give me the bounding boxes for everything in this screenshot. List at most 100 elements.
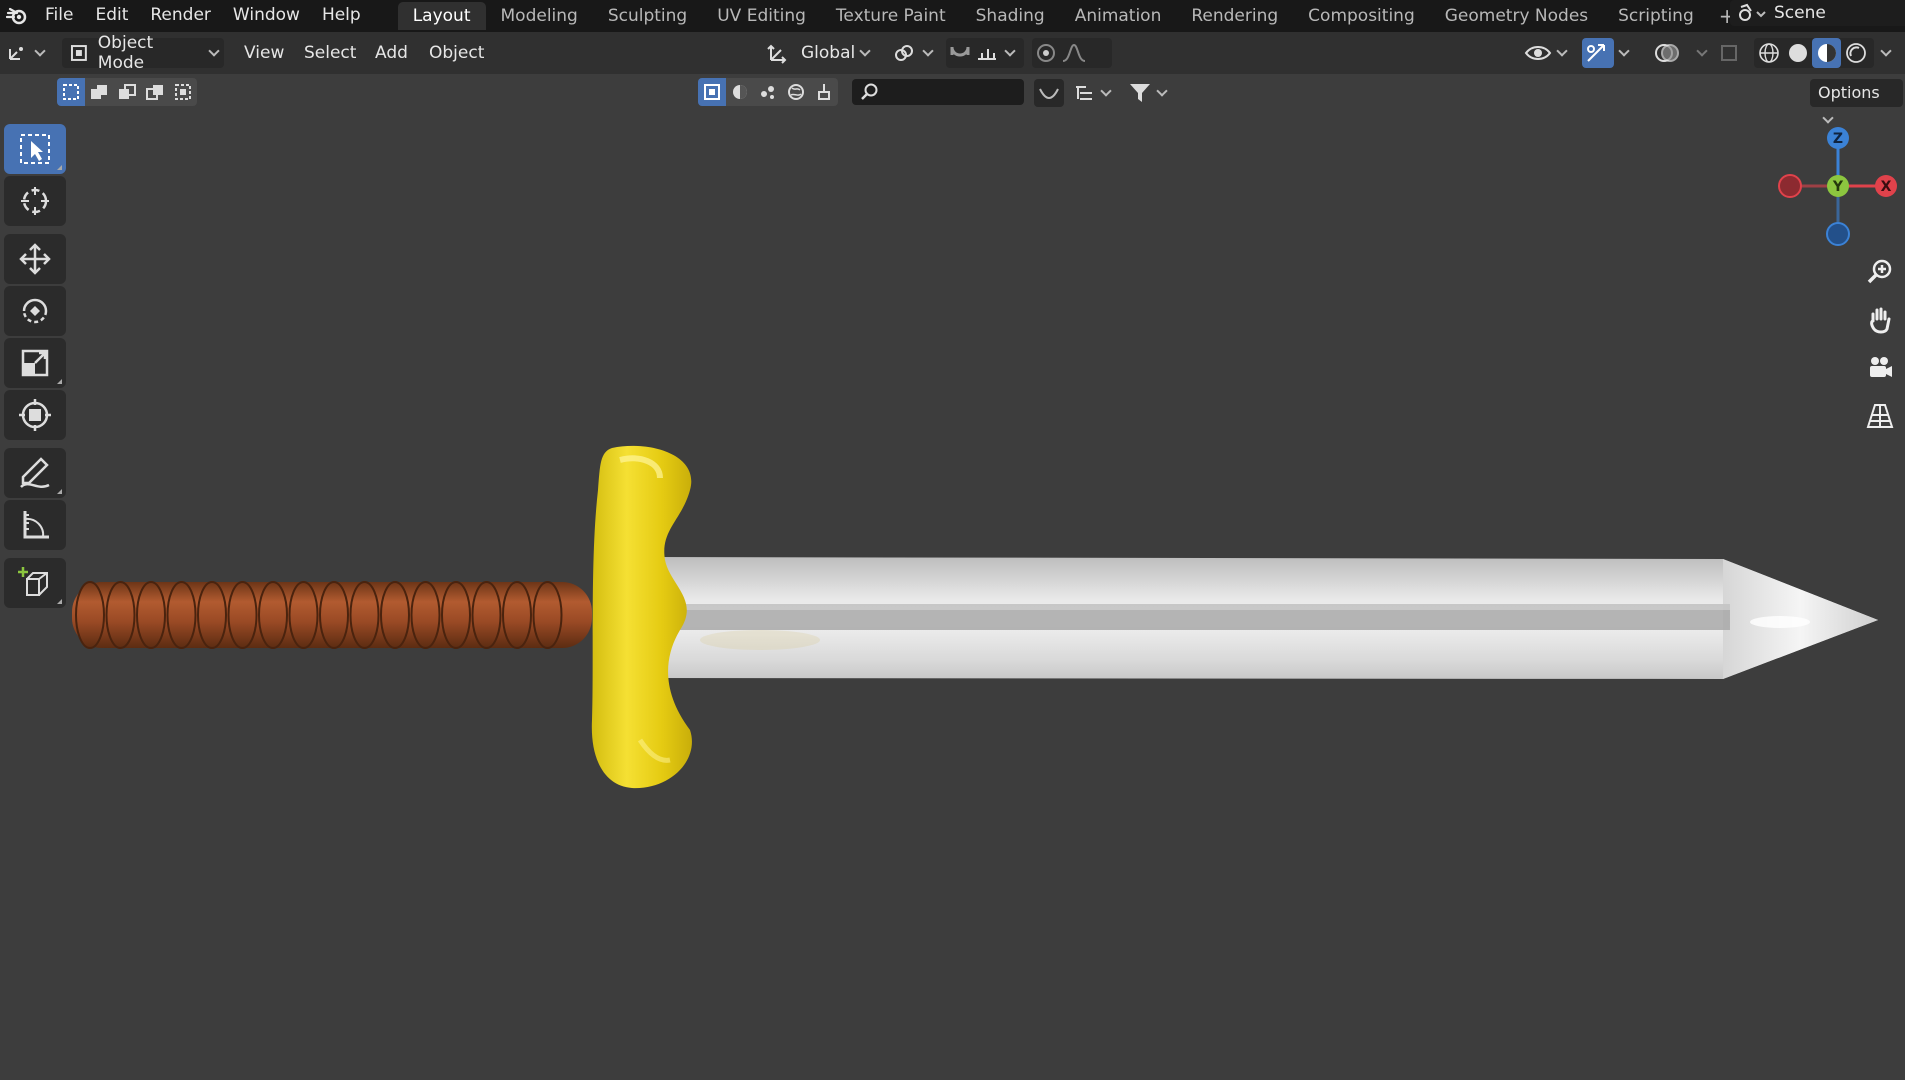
menu-help[interactable]: Help <box>311 0 372 32</box>
blender-logo-icon[interactable] <box>0 0 34 32</box>
grip-ring <box>197 581 227 649</box>
material-filter-button[interactable] <box>726 78 754 106</box>
tab-sculpting[interactable]: Sculpting <box>593 2 702 30</box>
camera-view-button[interactable] <box>1858 346 1902 390</box>
cursor-tool[interactable] <box>4 176 66 226</box>
annotate-tool[interactable] <box>4 448 66 498</box>
menu-edit[interactable]: Edit <box>84 0 139 32</box>
menu-render[interactable]: Render <box>139 0 222 32</box>
ruler-icon <box>23 511 49 539</box>
menu-select[interactable]: Select <box>304 38 356 68</box>
outliner-filter-group <box>698 78 838 106</box>
rotate-tool[interactable] <box>4 286 66 336</box>
zoom-button[interactable] <box>1858 250 1902 294</box>
funnel-icon <box>1130 84 1150 102</box>
grip-ring <box>136 581 166 649</box>
wireframe-shading-button[interactable] <box>1754 38 1783 68</box>
select-subtract-button[interactable] <box>113 78 141 106</box>
pan-button[interactable] <box>1858 298 1902 342</box>
orientation-selector[interactable]: Global <box>765 38 883 68</box>
object-filter-button[interactable] <box>698 78 726 106</box>
editor-type-button[interactable] <box>6 38 52 68</box>
select-extend-button[interactable] <box>85 78 113 106</box>
menu-view[interactable]: View <box>244 38 284 68</box>
particles-filter-button[interactable] <box>754 78 782 106</box>
overlays-dropdown[interactable] <box>1692 38 1712 68</box>
menu-file[interactable]: File <box>34 0 84 32</box>
3d-viewport[interactable] <box>0 114 1905 1080</box>
tab-modeling[interactable]: Modeling <box>486 2 593 30</box>
perspective-toggle-button[interactable] <box>1858 394 1902 438</box>
chevron-down-icon <box>208 45 220 57</box>
grip-ring <box>105 581 136 649</box>
add-cube-icon <box>18 567 48 596</box>
material-preview-button[interactable] <box>1812 38 1841 68</box>
neg-z-axis-handle[interactable] <box>1826 222 1850 246</box>
grip-ring <box>288 581 319 649</box>
editor-type-icon <box>9 47 23 60</box>
top-menubar: File Edit Render Window Help Layout Mode… <box>0 0 1905 32</box>
tab-layout[interactable]: Layout <box>397 2 486 30</box>
tab-uv-editing[interactable]: UV Editing <box>702 2 821 30</box>
select-extend-icon <box>91 85 107 99</box>
solid-shading-button[interactable] <box>1783 38 1812 68</box>
xray-toggle-button[interactable] <box>1718 38 1746 68</box>
shading-dropdown[interactable] <box>1876 38 1902 68</box>
viewport-header: Object Mode View Select Add Object Globa… <box>0 32 1905 74</box>
navigation-gizmo[interactable]: Z X Y <box>1770 124 1902 254</box>
submenu-indicator <box>57 599 62 604</box>
gizmo-dropdown[interactable] <box>1614 38 1644 68</box>
visibility-button[interactable] <box>1524 38 1574 68</box>
grip-ring <box>410 581 441 649</box>
pivot-icon <box>895 45 913 61</box>
transform-tool[interactable] <box>4 390 66 440</box>
transform-icon <box>19 399 51 431</box>
mode-label: Object Mode <box>97 33 154 73</box>
grip-ring <box>75 581 105 649</box>
select-invert-button[interactable] <box>141 78 169 106</box>
scene-name: Scene <box>1774 3 1826 23</box>
texture-filter-button[interactable] <box>810 78 838 106</box>
tab-compositing[interactable]: Compositing <box>1293 2 1430 30</box>
neg-x-axis-handle[interactable] <box>1778 174 1802 198</box>
pencil-icon <box>20 457 50 488</box>
scene-selector[interactable]: Scene <box>1730 0 1905 26</box>
gizmo-toggle-button[interactable] <box>1582 38 1614 68</box>
cursor-icon <box>21 187 49 215</box>
options-button[interactable]: Options <box>1810 79 1903 124</box>
select-box-tool[interactable] <box>4 124 66 174</box>
world-filter-button[interactable] <box>782 78 810 106</box>
mode-selector[interactable]: Object Mode <box>62 33 224 73</box>
move-tool[interactable] <box>4 234 66 284</box>
add-cube-tool[interactable] <box>4 558 66 608</box>
rendered-shading-button[interactable] <box>1841 38 1870 68</box>
pivot-point-button[interactable] <box>892 38 938 68</box>
particles-icon <box>761 86 774 99</box>
measure-tool[interactable] <box>4 500 66 550</box>
tab-shading[interactable]: Shading <box>961 2 1060 30</box>
display-mode-button[interactable] <box>1074 79 1120 107</box>
search-field[interactable] <box>852 79 1024 105</box>
select-intersect-button[interactable] <box>169 78 197 106</box>
proportional-editing-button[interactable] <box>1032 38 1112 68</box>
menu-window[interactable]: Window <box>222 0 311 32</box>
tab-texture-paint[interactable]: Texture Paint <box>821 2 961 30</box>
snap-button[interactable] <box>946 38 1024 68</box>
chevron-down-icon <box>1100 85 1112 97</box>
tab-scripting[interactable]: Scripting <box>1603 2 1709 30</box>
menu-object[interactable]: Object <box>429 38 484 68</box>
select-new-button[interactable] <box>57 78 85 106</box>
grip-ring <box>166 581 197 649</box>
overlays-button[interactable] <box>1652 38 1692 68</box>
tab-rendering[interactable]: Rendering <box>1176 2 1293 30</box>
filter-toggle-button[interactable] <box>1034 79 1064 107</box>
filter-button[interactable] <box>1128 79 1176 107</box>
overlays-icon <box>1655 44 1679 62</box>
material-sphere-icon <box>1817 44 1836 62</box>
grip-ring <box>258 581 288 649</box>
scale-tool[interactable] <box>4 338 66 388</box>
tab-geometry-nodes[interactable]: Geometry Nodes <box>1430 2 1603 30</box>
shading-modes <box>1754 38 1874 68</box>
tab-animation[interactable]: Animation <box>1060 2 1177 30</box>
menu-add[interactable]: Add <box>375 38 408 68</box>
